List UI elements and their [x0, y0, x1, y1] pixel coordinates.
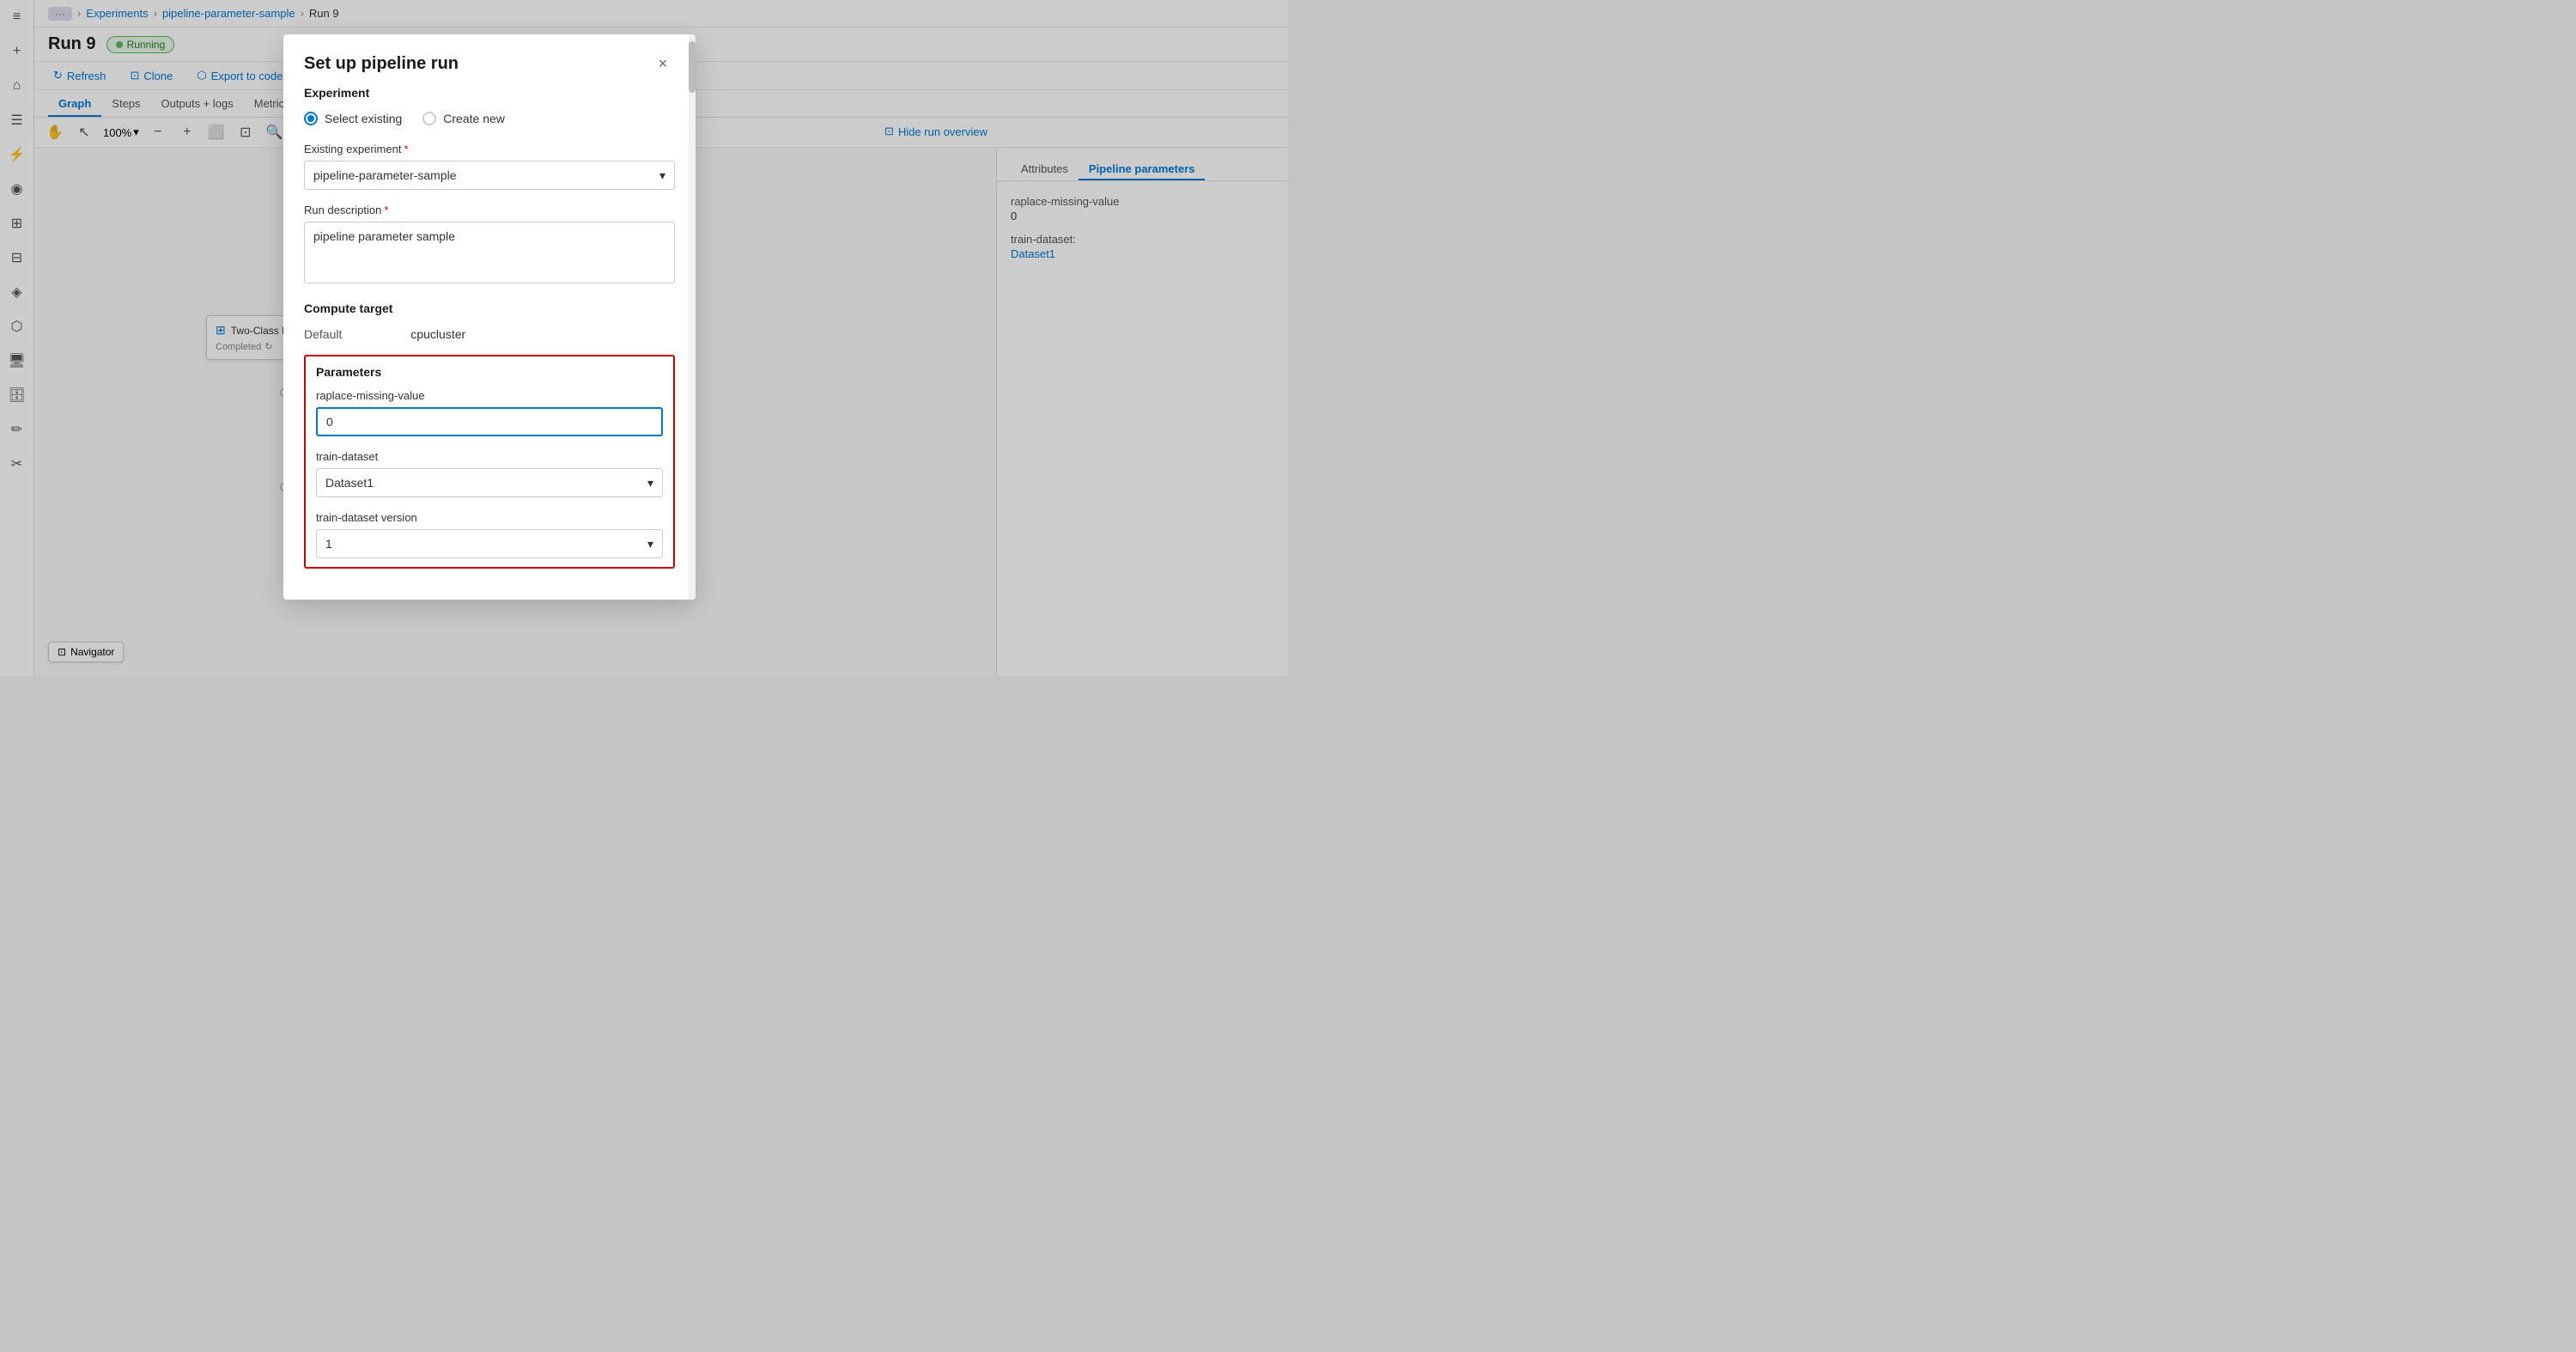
param3-label: train-dataset version [316, 511, 663, 524]
compute-default-label: Default [304, 327, 342, 341]
select-existing-radio[interactable] [304, 112, 318, 125]
parameters-section: Parameters raplace-missing-value train-d… [304, 355, 675, 569]
param1-input[interactable] [316, 407, 663, 436]
param2-group: train-dataset Dataset1 ▾ [316, 450, 663, 497]
modal-scrollbar-thumb[interactable] [689, 41, 696, 93]
create-new-label: Create new [443, 112, 505, 125]
modal-close-button[interactable]: × [651, 52, 675, 76]
compute-default-value: cpucluster [410, 327, 465, 341]
select-existing-label: Select existing [325, 112, 402, 125]
parameters-title: Parameters [316, 365, 663, 379]
compute-target-label: Compute target [304, 301, 675, 315]
compute-row: Default cpucluster [304, 327, 675, 341]
param1-label: raplace-missing-value [316, 389, 663, 402]
param2-select[interactable]: Dataset1 ▾ [316, 468, 663, 497]
param3-value: 1 [325, 537, 332, 551]
run-description-group: Run description * pipeline parameter sam… [304, 204, 675, 288]
experiment-radio-group: Select existing Create new [304, 112, 675, 125]
param3-select[interactable]: 1 ▾ [316, 529, 663, 558]
param1-group: raplace-missing-value [316, 389, 663, 436]
select-chevron: ▾ [659, 168, 665, 183]
modal-title: Set up pipeline run [304, 54, 459, 74]
setup-pipeline-modal: Set up pipeline run × Experiment Select … [283, 34, 696, 600]
select-existing-option[interactable]: Select existing [304, 112, 402, 125]
modal-scrollbar[interactable] [689, 34, 696, 600]
run-description-label: Run description * [304, 204, 675, 216]
required-star2: * [384, 204, 388, 216]
existing-experiment-label: Existing experiment * [304, 143, 675, 155]
param2-label: train-dataset [316, 450, 663, 463]
modal-overlay: Set up pipeline run × Experiment Select … [0, 0, 2576, 1352]
param3-group: train-dataset version 1 ▾ [316, 511, 663, 558]
run-description-textarea[interactable]: pipeline parameter sample [304, 222, 675, 283]
param3-chevron: ▾ [647, 537, 653, 551]
modal-body: Experiment Select existing Create new Ex… [283, 86, 696, 600]
compute-target-section: Compute target Default cpucluster [304, 301, 675, 341]
param2-value: Dataset1 [325, 476, 374, 490]
modal-header: Set up pipeline run × [283, 34, 696, 86]
create-new-option[interactable]: Create new [422, 112, 505, 125]
required-star1: * [404, 143, 408, 155]
param2-chevron: ▾ [647, 476, 653, 490]
existing-experiment-group: Existing experiment * pipeline-parameter… [304, 143, 675, 190]
experiment-section-label: Experiment [304, 86, 675, 100]
create-new-radio[interactable] [422, 112, 436, 125]
existing-experiment-value: pipeline-parameter-sample [313, 168, 457, 182]
existing-experiment-select[interactable]: pipeline-parameter-sample ▾ [304, 161, 675, 190]
